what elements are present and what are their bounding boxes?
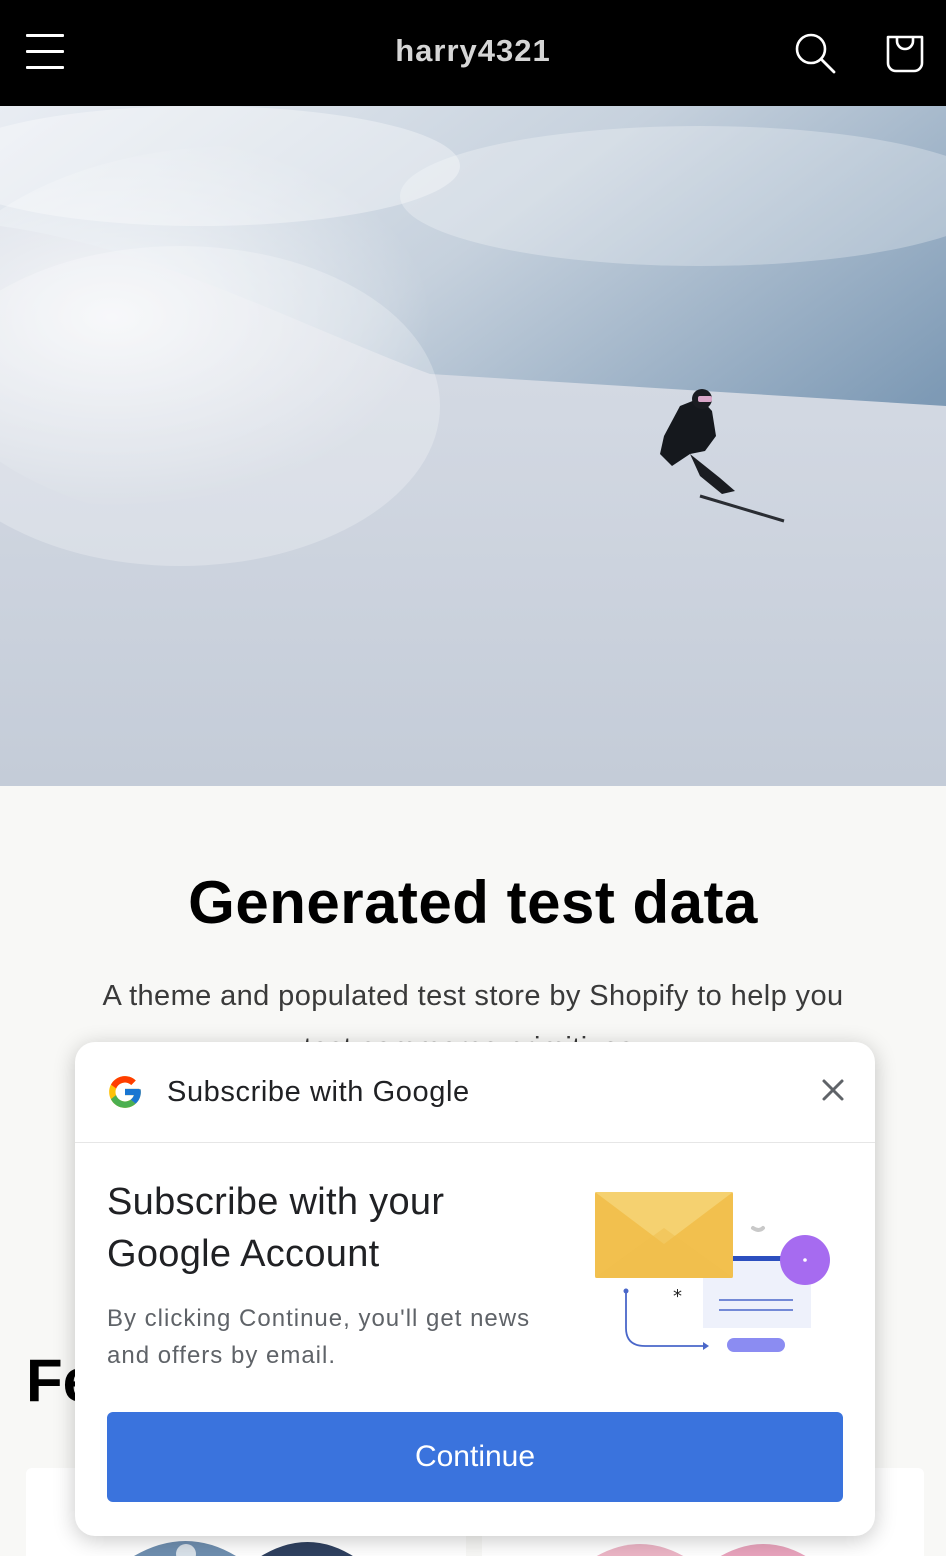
close-icon[interactable] bbox=[815, 1072, 851, 1108]
google-logo-icon bbox=[106, 1073, 144, 1111]
dialog-heading: Subscribe with your Google Account bbox=[107, 1181, 445, 1275]
svg-text:*: * bbox=[673, 1286, 682, 1307]
email-subscribe-illustration: * bbox=[593, 1188, 833, 1358]
dialog-body-text: By clicking Continue, you'll get news an… bbox=[107, 1305, 531, 1369]
cart-icon[interactable] bbox=[880, 28, 930, 78]
dialog-header: Subscribe with Google bbox=[75, 1042, 875, 1143]
dialog-title: Subscribe with Google bbox=[167, 1076, 470, 1108]
search-icon[interactable] bbox=[792, 30, 838, 76]
site-header: harry4321 bbox=[0, 0, 946, 106]
hero-image bbox=[0, 106, 946, 786]
continue-button[interactable]: Continue bbox=[107, 1412, 843, 1502]
subscribe-dialog: Subscribe with Google Subscribe with you… bbox=[75, 1042, 875, 1536]
page-title: Generated test data bbox=[188, 869, 758, 936]
